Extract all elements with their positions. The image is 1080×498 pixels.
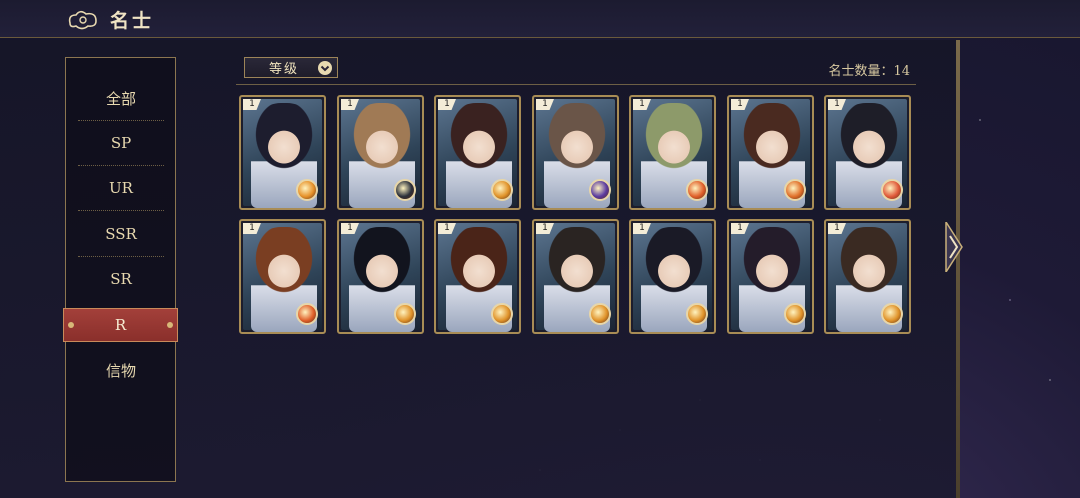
element-badge-icon: [686, 303, 708, 325]
element-badge-icon: [589, 303, 611, 325]
title-area: 名士: [66, 6, 154, 33]
hero-card[interactable]: 1: [824, 219, 911, 334]
pin-left-icon: [68, 322, 74, 328]
sidebar-item-sr[interactable]: SR: [78, 264, 164, 294]
element-badge-icon: [784, 303, 806, 325]
sidebar-item-label: 全部: [105, 89, 136, 108]
hero-count: 名士数量：14: [828, 64, 910, 79]
element-badge-icon: [686, 179, 708, 201]
hero-card[interactable]: 1: [239, 95, 326, 210]
sidebar-item-sp[interactable]: SP: [78, 128, 164, 166]
sidebar-item-label: R: [114, 316, 127, 334]
hero-card[interactable]: 1: [532, 95, 619, 210]
sidebar-item-label: UR: [109, 179, 133, 197]
sidebar-item-token[interactable]: 信物: [78, 355, 164, 385]
hero-card[interactable]: 1: [824, 95, 911, 210]
hero-card[interactable]: 1: [727, 95, 814, 210]
sidebar-item-ssr[interactable]: SSR: [78, 219, 164, 257]
hero-card[interactable]: 1: [239, 219, 326, 334]
chevron-down-icon: [318, 61, 332, 75]
sidebar-item-label: SP: [110, 134, 132, 152]
sort-label: 等级: [269, 62, 300, 77]
element-badge-icon: [784, 179, 806, 201]
sort-dropdown[interactable]: 等级: [244, 57, 338, 78]
top-bar: 名士: [0, 0, 1080, 38]
sidebar-item-label: SR: [110, 270, 132, 288]
element-badge-icon: [394, 303, 416, 325]
hero-card[interactable]: 1: [337, 95, 424, 210]
right-arrow-icon[interactable]: [942, 222, 966, 272]
pin-right-icon: [167, 322, 173, 328]
hero-card[interactable]: 1: [532, 219, 619, 334]
cloud-swirl-icon: [68, 10, 97, 29]
rarity-sidebar: 全部 SP UR SSR SR R 信物: [63, 57, 178, 482]
hero-card[interactable]: 1: [337, 219, 424, 334]
page-title: 名士: [110, 10, 155, 32]
sidebar-item-label: SSR: [105, 225, 137, 243]
hero-card[interactable]: 1: [629, 95, 716, 210]
element-badge-icon: [394, 179, 416, 201]
divider: [236, 84, 916, 85]
sidebar-item-r[interactable]: R: [63, 308, 178, 342]
sidebar-item-ur[interactable]: UR: [78, 173, 164, 211]
element-badge-icon: [589, 179, 611, 201]
element-badge-icon: [881, 303, 903, 325]
sidebar-item-label: 信物: [105, 361, 136, 380]
element-badge-icon: [491, 179, 513, 201]
element-badge-icon: [491, 303, 513, 325]
hero-card[interactable]: 1: [629, 219, 716, 334]
element-badge-icon: [881, 179, 903, 201]
element-badge-icon: [296, 303, 318, 325]
hero-card[interactable]: 1: [727, 219, 814, 334]
sidebar-item-all[interactable]: 全部: [78, 83, 164, 121]
hero-card[interactable]: 1: [434, 219, 521, 334]
hero-card[interactable]: 1: [434, 95, 521, 210]
element-badge-icon: [296, 179, 318, 201]
